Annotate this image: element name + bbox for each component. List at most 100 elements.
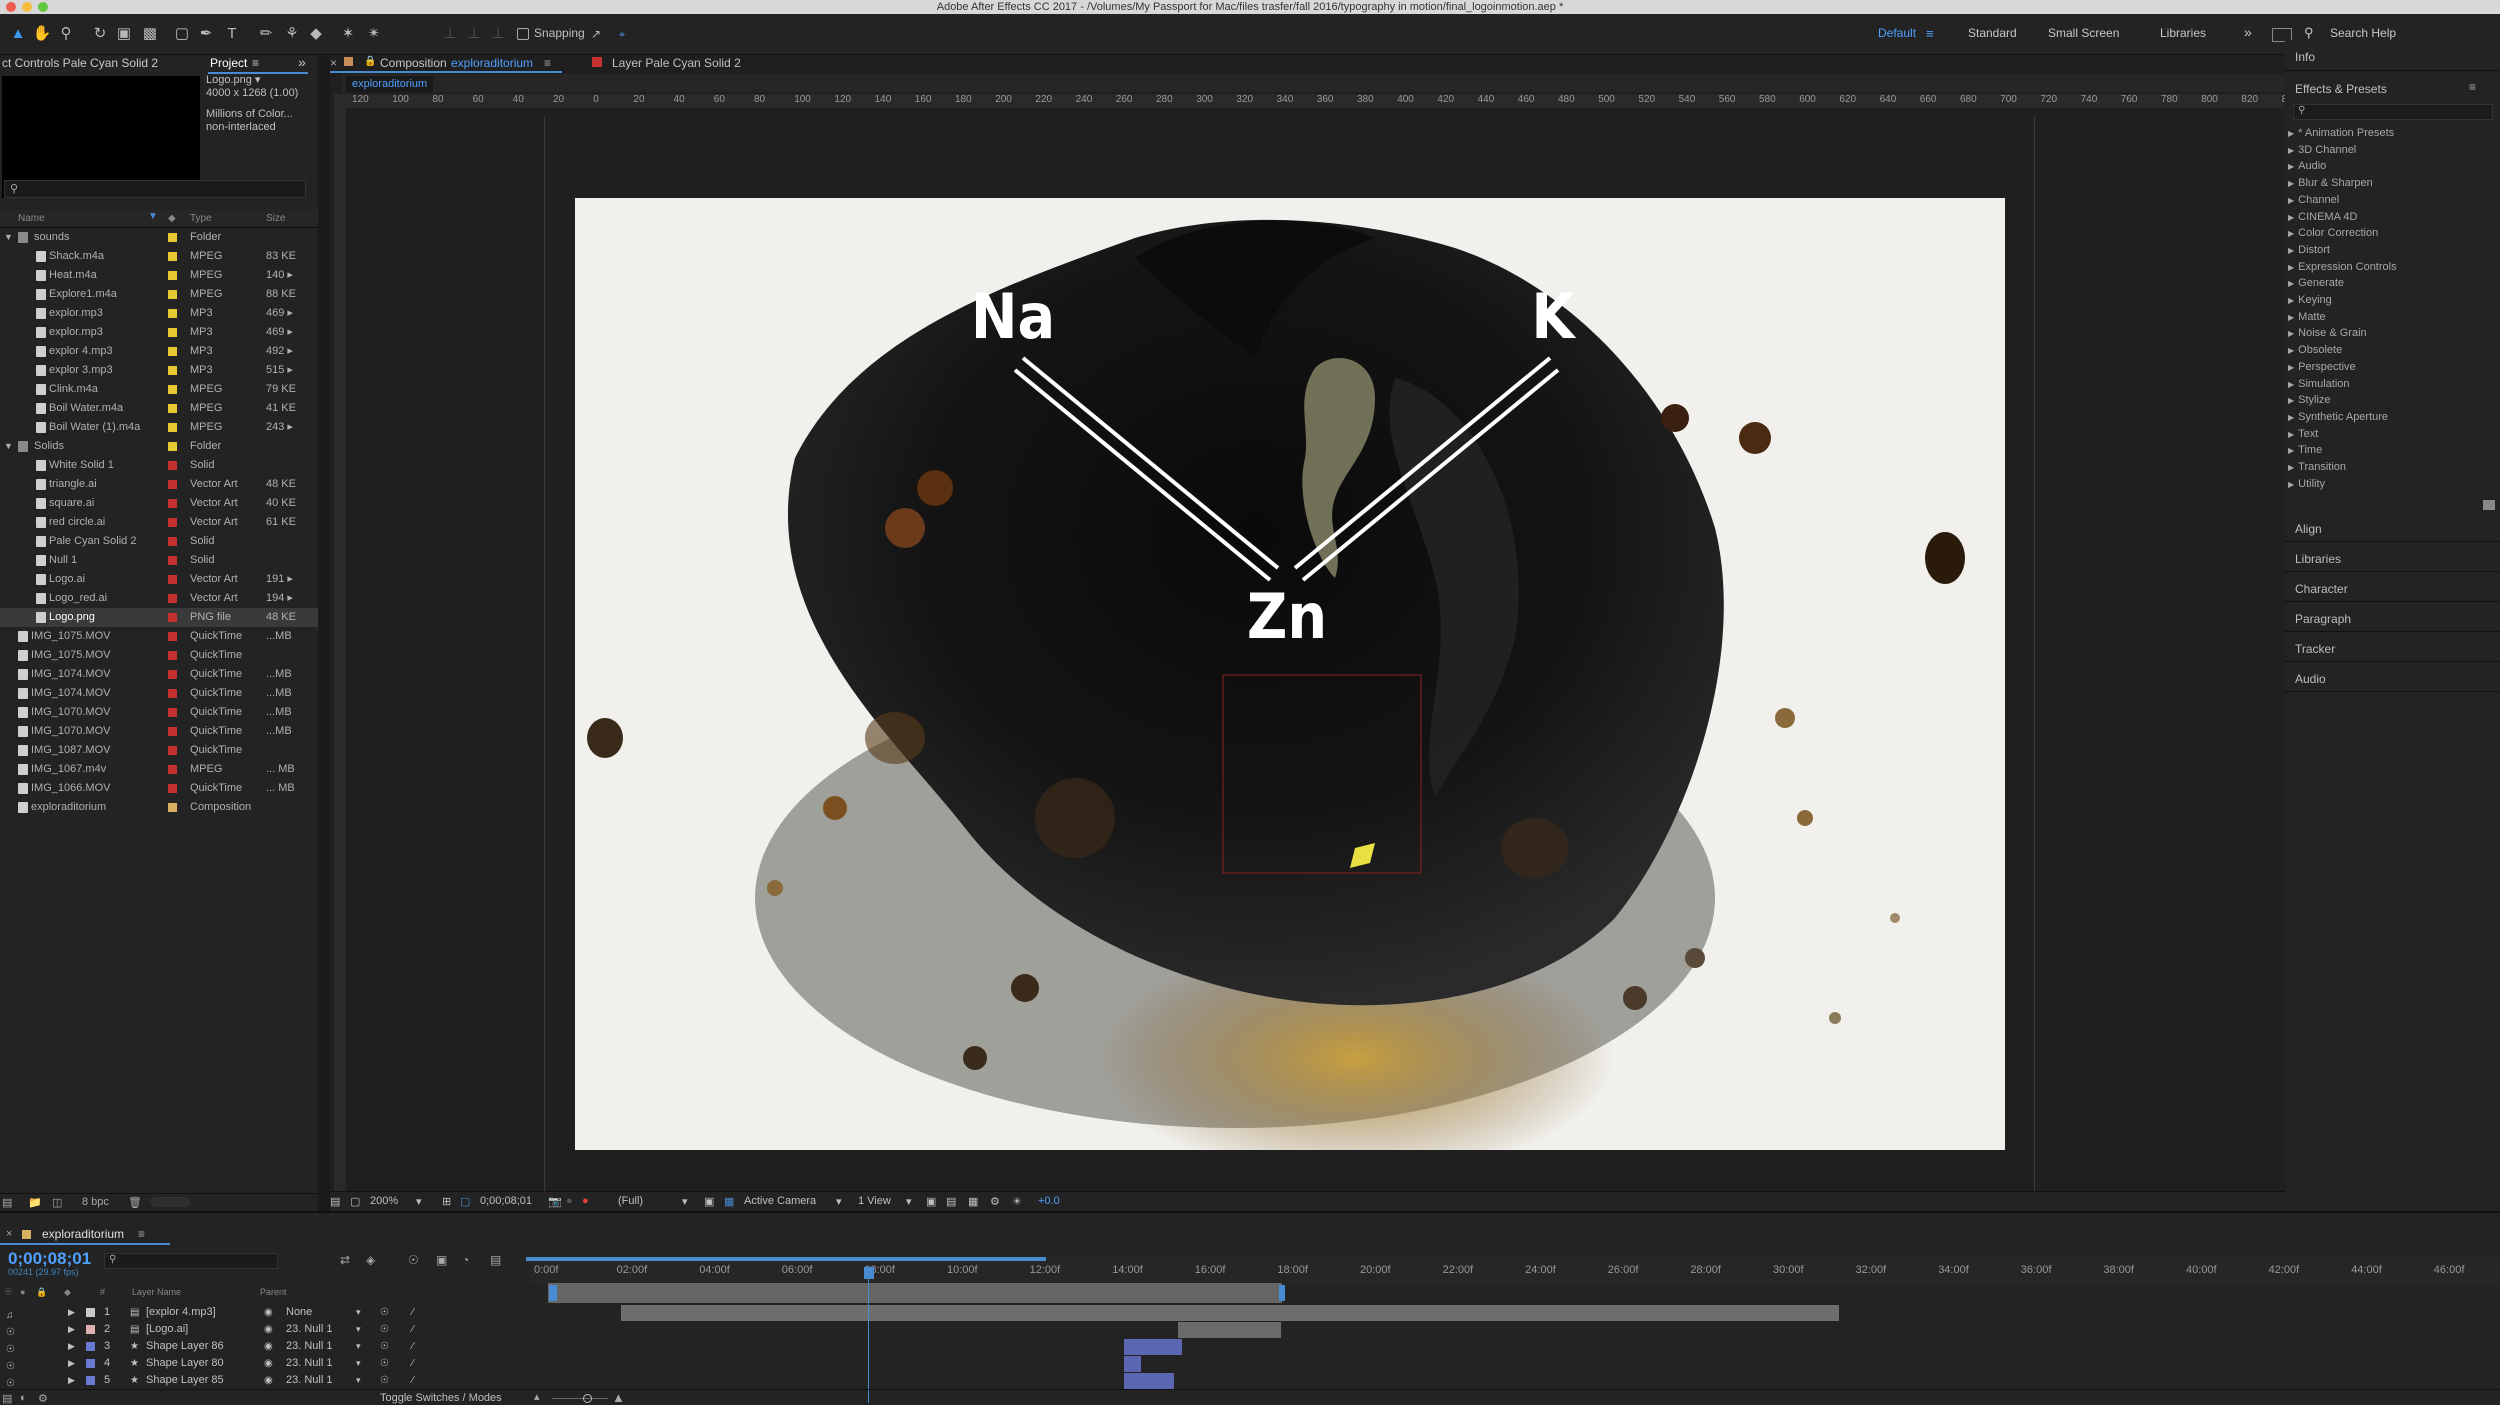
close-window-button[interactable]	[6, 2, 16, 12]
label-swatch[interactable]	[168, 385, 177, 394]
disclosure-triangle-icon[interactable]: ▼	[4, 228, 13, 247]
resolution-chevron-icon[interactable]: ▾	[682, 1195, 688, 1208]
effects-category[interactable]: ▶ Utility	[2288, 478, 2325, 490]
zoom-slider-track[interactable]	[552, 1398, 608, 1399]
label-swatch[interactable]	[168, 252, 177, 261]
category-expand-icon[interactable]: ▶	[2288, 396, 2294, 405]
new-comp-icon[interactable]: ◫	[52, 1196, 62, 1209]
comp-tab-name[interactable]: exploraditorium	[451, 56, 533, 70]
layer-expand-icon[interactable]: ▶	[68, 1338, 75, 1355]
hand-tool-icon[interactable]: ✋	[32, 24, 52, 44]
more-workspaces-icon[interactable]: »	[2244, 24, 2252, 40]
sort-icon[interactable]: ▼	[148, 211, 158, 222]
label-swatch[interactable]	[168, 632, 177, 641]
effects-category[interactable]: ▶ Stylize	[2288, 394, 2331, 406]
project-item[interactable]: Logo_red.ai Vector Art 194 ▸	[0, 589, 318, 608]
category-expand-icon[interactable]: ▶	[2288, 246, 2294, 255]
layer-label-swatch[interactable]	[86, 1342, 95, 1351]
pick-whip-icon[interactable]: ◉	[264, 1338, 273, 1355]
composition-viewer[interactable]: Na K Zn	[575, 198, 2005, 1150]
timeline-layer-row[interactable]: ☉ ▶ 3 ★ Shape Layer 86 ◉ 23. Null 1 ▾ ☉ ⁄	[0, 1338, 530, 1355]
quality-switch-icon[interactable]: ⁄	[412, 1321, 414, 1338]
zoom-tool-icon[interactable]: ⚲	[56, 24, 76, 44]
parent-dropdown[interactable]: 23. Null 1	[286, 1321, 332, 1338]
pan-behind-tool-icon[interactable]: ▩	[140, 24, 160, 44]
label-swatch[interactable]	[168, 290, 177, 299]
mask-icon[interactable]: ▢	[460, 1195, 470, 1208]
project-item[interactable]: Null 1 Solid	[0, 551, 318, 570]
project-item[interactable]: IMG_1074.MOV QuickTime ...MB	[0, 684, 318, 703]
project-item[interactable]: explor.mp3 MP3 469 ▸	[0, 304, 318, 323]
panel-tab-libraries[interactable]: Libraries	[2295, 552, 2341, 566]
project-item[interactable]: ▼ Solids Folder	[0, 437, 318, 456]
quality-switch-icon[interactable]: ⁄	[412, 1372, 414, 1389]
project-item[interactable]: Pale Cyan Solid 2 Solid	[0, 532, 318, 551]
effects-category[interactable]: ▶ Transition	[2288, 461, 2346, 473]
comp-lock-icon[interactable]: 🔒	[364, 56, 376, 67]
panel-tab-align[interactable]: Align	[2295, 522, 2322, 536]
parent-column[interactable]: Parent	[260, 1287, 287, 1297]
effects-presets-title[interactable]: Effects & Presets	[2295, 82, 2387, 96]
effects-category[interactable]: ▶ Matte	[2288, 311, 2326, 323]
timeline-icon[interactable]: ▦	[968, 1195, 978, 1208]
show-snapshot-icon[interactable]: ●	[566, 1195, 573, 1207]
disclosure-triangle-icon[interactable]: ▼	[4, 437, 13, 456]
snapping-checkbox[interactable]	[517, 28, 529, 40]
type-tool-icon[interactable]: T	[222, 24, 242, 44]
layer-expand-icon[interactable]: ▶	[68, 1304, 75, 1321]
quality-switch-icon[interactable]: ⁄	[412, 1355, 414, 1372]
category-expand-icon[interactable]: ▶	[2288, 346, 2294, 355]
panel-tab-paragraph[interactable]: Paragraph	[2295, 612, 2351, 626]
layer-switches-icon[interactable]: ▤	[2, 1392, 12, 1405]
category-expand-icon[interactable]: ▶	[2288, 263, 2294, 272]
category-expand-icon[interactable]: ▶	[2288, 213, 2294, 222]
zoom-slider-thumb[interactable]	[583, 1394, 592, 1403]
transfer-controls-icon[interactable]: ◐	[20, 1392, 27, 1404]
label-swatch[interactable]	[168, 461, 177, 470]
project-item[interactable]: red circle.ai Vector Art 61 KE	[0, 513, 318, 532]
project-item[interactable]: square.ai Vector Art 40 KE	[0, 494, 318, 513]
category-expand-icon[interactable]: ▶	[2288, 380, 2294, 389]
timeline-current-time[interactable]: 0;00;08;01	[8, 1249, 91, 1269]
expand-panel-icon[interactable]: »	[298, 54, 306, 70]
layer-duration-bar[interactable]	[620, 1305, 1839, 1321]
timeline-layer-row[interactable]: ♫ ▶ 1 ▤ [explor 4.mp3] ◉ None ▾ ☉ ⁄	[0, 1304, 530, 1321]
shy-icon[interactable]: ☉	[408, 1253, 419, 1267]
work-area-bar[interactable]	[548, 1283, 1282, 1303]
timeline-menu-icon[interactable]: ≡	[138, 1227, 145, 1241]
column-name[interactable]: Name	[18, 213, 45, 224]
label-swatch[interactable]	[168, 442, 177, 451]
comp-mini-flowchart-icon[interactable]: ⇄	[340, 1253, 350, 1267]
camera-tool-icon[interactable]: ▣	[114, 24, 134, 44]
project-item[interactable]: IMG_1087.MOV QuickTime	[0, 741, 318, 760]
category-expand-icon[interactable]: ▶	[2288, 363, 2294, 372]
work-area-start-handle[interactable]	[549, 1285, 557, 1301]
magnification-dropdown[interactable]: 200%	[370, 1195, 398, 1207]
layer-expand-icon[interactable]: ▶	[68, 1321, 75, 1338]
layer-label-swatch[interactable]	[86, 1359, 95, 1368]
work-area-navigator[interactable]	[526, 1257, 1046, 1261]
axis-view-icon[interactable]: ⊥	[488, 24, 508, 44]
project-item[interactable]: IMG_1070.MOV QuickTime ...MB	[0, 703, 318, 722]
label-swatch[interactable]	[168, 803, 177, 812]
label-swatch[interactable]	[168, 594, 177, 603]
effects-category[interactable]: ▶ Text	[2288, 428, 2318, 440]
quality-switch-icon[interactable]: ⁄	[412, 1338, 414, 1355]
project-item[interactable]: Explore1.m4a MPEG 88 KE	[0, 285, 318, 304]
graph-editor-icon[interactable]: ▤	[490, 1253, 501, 1267]
effects-menu-icon[interactable]: ≡	[2469, 80, 2476, 94]
label-swatch[interactable]	[168, 689, 177, 698]
category-expand-icon[interactable]: ▶	[2288, 329, 2294, 338]
label-swatch[interactable]	[168, 309, 177, 318]
category-expand-icon[interactable]: ▶	[2288, 179, 2294, 188]
timeline-layer-row[interactable]: ☉ ▶ 5 ★ Shape Layer 85 ◉ 23. Null 1 ▾ ☉ ⁄	[0, 1372, 530, 1389]
effects-category[interactable]: ▶ Color Correction	[2288, 227, 2378, 239]
tab-layer[interactable]: Layer Pale Cyan Solid 2	[612, 56, 741, 70]
category-expand-icon[interactable]: ▶	[2288, 296, 2294, 305]
snap-features-icon[interactable]: ⌖	[612, 24, 632, 44]
label-swatch[interactable]	[168, 404, 177, 413]
exposure-icon[interactable]: ☀	[1012, 1195, 1022, 1208]
layer-duration-bar[interactable]	[1178, 1322, 1282, 1338]
label-swatch[interactable]	[168, 233, 177, 242]
work-area-end-handle[interactable]	[1279, 1285, 1285, 1301]
